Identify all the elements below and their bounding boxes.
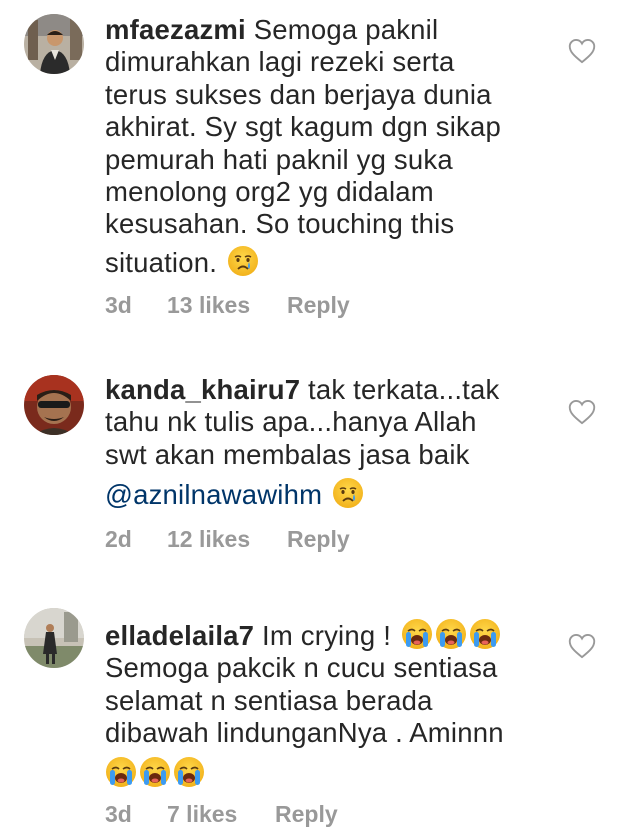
comment-line: akhirat. Sy sgt kagum dgn sikap (105, 111, 501, 143)
reply-button[interactable]: Reply (287, 292, 350, 319)
avatar[interactable] (24, 608, 84, 668)
comment-text: mfaezazmi Semoga paknil dimurahkan lagi … (105, 14, 545, 279)
comment-line: menolong org2 yg didalam (105, 176, 434, 208)
heart-outline-icon[interactable] (568, 633, 596, 659)
comment-username[interactable]: mfaezazmi (105, 14, 246, 45)
comment-line: dibawah lindunganNya . Aminnn (105, 717, 504, 749)
comment-line: Semoga paknil (253, 14, 439, 45)
heart-outline-icon[interactable] (568, 399, 596, 425)
comment-likes[interactable]: 13 likes (167, 292, 250, 319)
comment-line: Semoga pakcik n cucu sentiasa (105, 652, 498, 684)
comment-likes[interactable]: 7 likes (167, 801, 237, 828)
loudly-crying-face-emoji (401, 618, 433, 650)
comment-line: situation. (105, 246, 218, 278)
comment-line: selamat n sentiasa berada (105, 684, 433, 716)
loudly-crying-face-emoji (469, 618, 501, 650)
reply-button[interactable]: Reply (275, 801, 338, 828)
comment-time: 2d (105, 526, 132, 552)
loudly-crying-face-emoji (435, 618, 467, 650)
comment-line: swt akan membalas jasa baik (105, 438, 470, 470)
comment-line: kesusahan. So touching this (105, 208, 455, 240)
comment-time: 3d (105, 292, 132, 318)
loudly-crying-face-emoji (105, 756, 137, 788)
avatar[interactable] (24, 375, 84, 435)
loudly-crying-face-emoji (173, 756, 205, 788)
comment-username[interactable]: elladelaila7 (105, 620, 254, 651)
comment-username[interactable]: kanda_khairu7 (105, 374, 300, 405)
comment-text: elladelaila7 Im crying ! Semoga pakcik n… (105, 618, 545, 790)
comment-line: tahu nk tulis apa...hanya Allah (105, 406, 477, 438)
mention-link[interactable]: @aznilnawawihm (105, 479, 322, 510)
avatar[interactable] (24, 14, 84, 74)
comment-time: 3d (105, 801, 132, 827)
comment-line: Im crying ! (262, 620, 392, 651)
comment-line: terus sukses dan berjaya dunia (105, 78, 492, 110)
comment-line: dimurahkan lagi rezeki serta (105, 46, 455, 78)
comment-line: tak terkata...tak (308, 374, 500, 405)
comment-line: pemurah hati paknil yg suka (105, 143, 453, 175)
heart-outline-icon[interactable] (568, 38, 596, 64)
crying-face-emoji (227, 245, 259, 277)
comment-likes[interactable]: 12 likes (167, 526, 250, 553)
reply-button[interactable]: Reply (287, 526, 350, 553)
crying-face-emoji (332, 477, 364, 509)
comment-text: kanda_khairu7 tak terkata...tak tahu nk … (105, 374, 545, 512)
loudly-crying-face-emoji (139, 756, 171, 788)
